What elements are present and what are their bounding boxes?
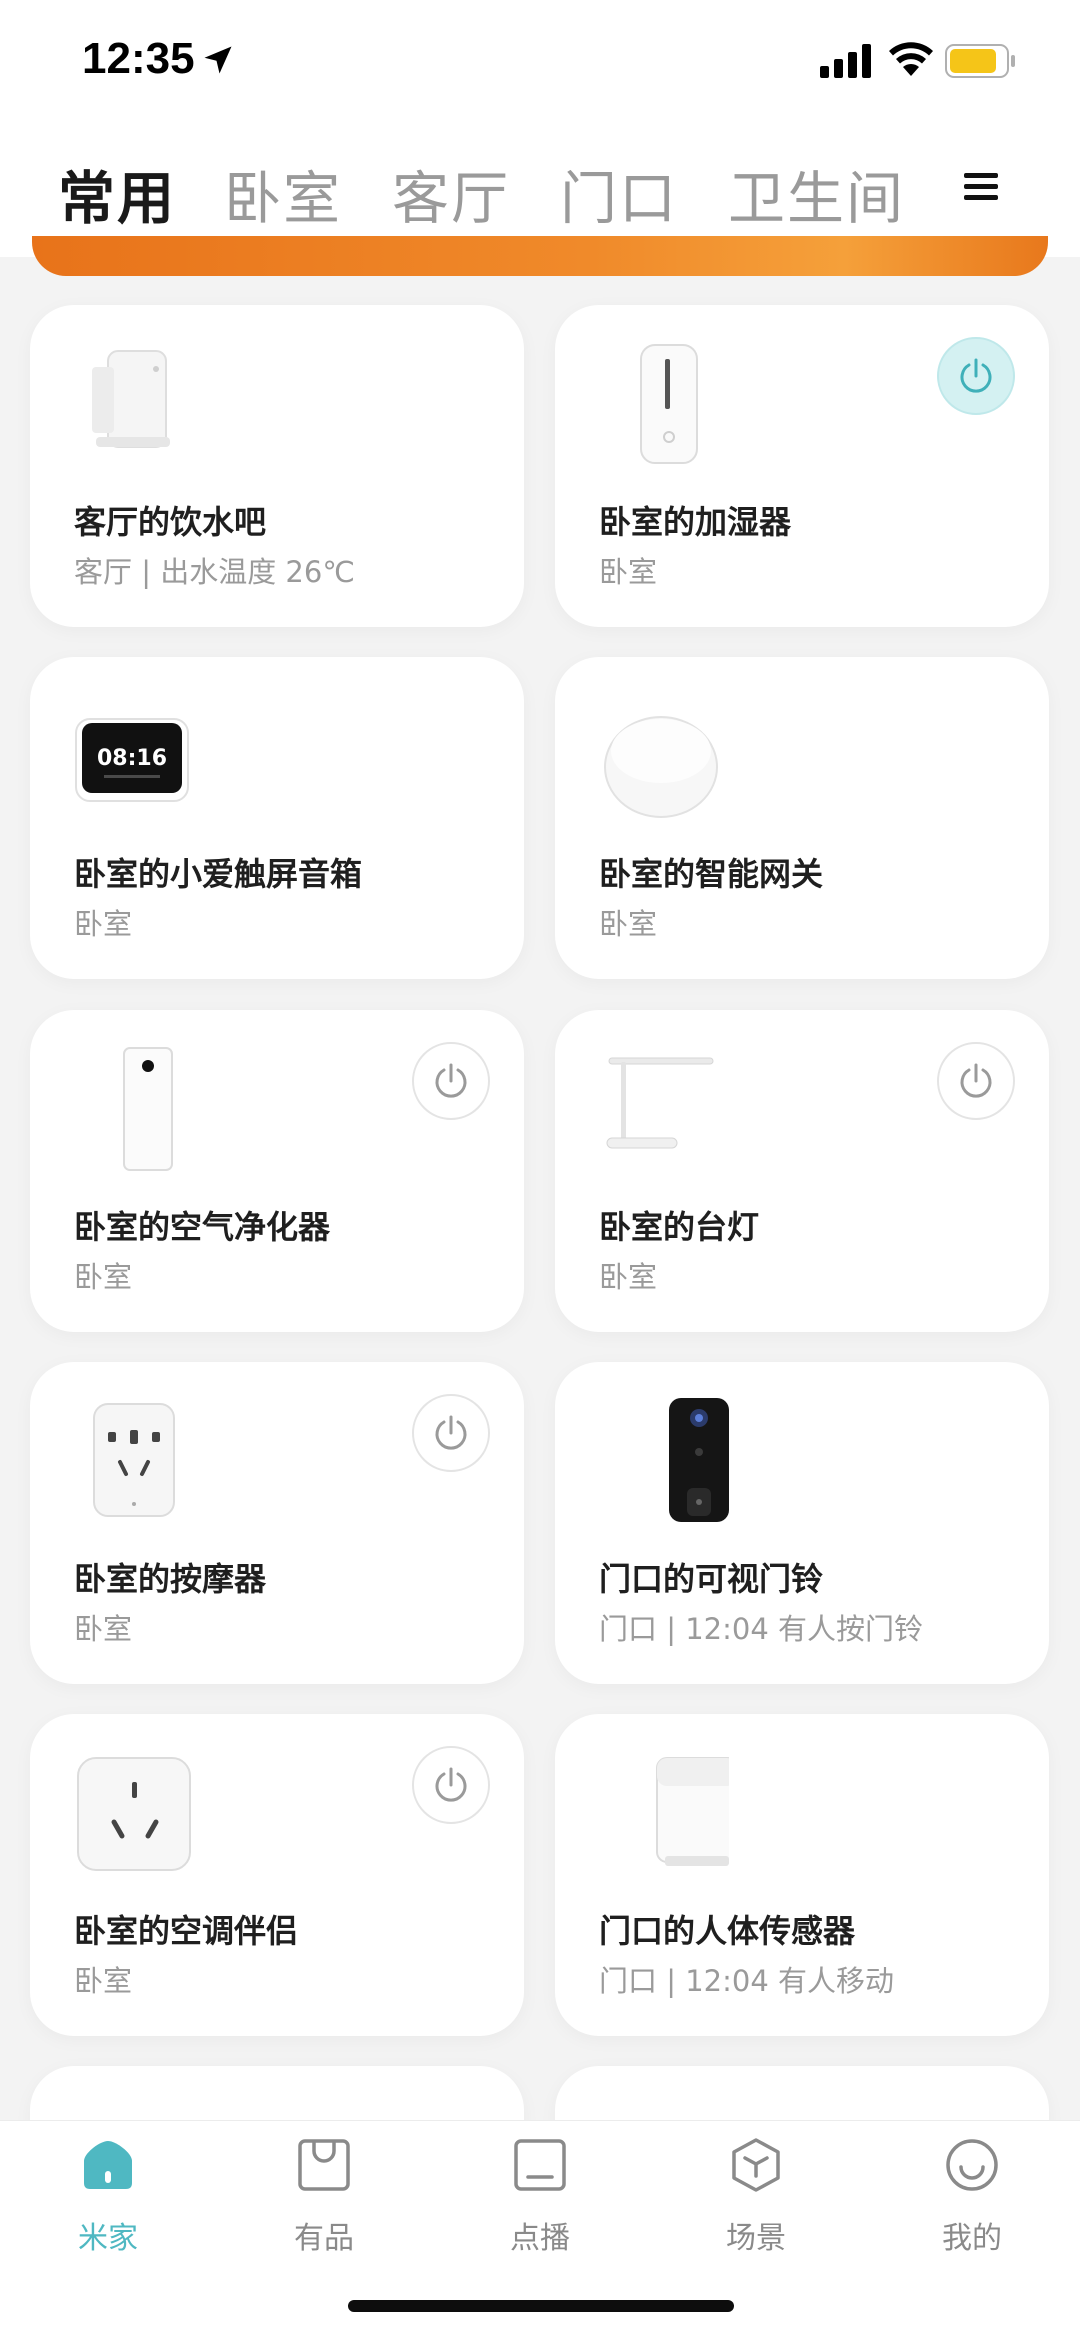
device-card-massager[interactable]: 卧室的按摩器 卧室 [30,1362,524,1684]
device-card-gateway[interactable]: 卧室的智能网关 卧室 [555,657,1049,979]
motion-sensor-icon [656,1757,729,1866]
tv-icon [514,2139,566,2191]
device-card-air-purifier[interactable]: 卧室的空气净化器 卧室 [30,1010,524,1332]
power-icon [435,1063,467,1098]
device-name: 卧室的空气净化器 [74,1208,331,1246]
home-icon [84,2141,132,2189]
tab-common[interactable]: 常用 [58,153,176,235]
humidifier-icon [640,344,698,464]
promo-banner[interactable] [32,236,1048,276]
device-status: 卧室 [74,1964,133,1998]
location-arrow-icon [204,46,232,74]
shopping-bag-icon [298,2139,350,2191]
device-status: 卧室 [74,907,133,941]
device-name: 卧室的加湿器 [599,503,792,541]
device-card-video-doorbell[interactable]: 门口的可视门铃 门口 | 12:04 有人按门铃 [555,1362,1049,1684]
air-purifier-icon [123,1047,173,1171]
device-card-water-dispenser[interactable]: 客厅的饮水吧 客厅 | 出水温度 26℃ [30,305,524,627]
ac-companion-icon [77,1757,191,1871]
device-card-desk-lamp[interactable]: 卧室的台灯 卧室 [555,1010,1049,1332]
device-status: 卧室 [74,1260,133,1294]
nav-label: 米家 [78,2221,138,2256]
device-card-ac-companion[interactable]: 卧室的空调伴侣 卧室 [30,1714,524,2036]
cellular-signal-icon [820,44,871,78]
nav-mine[interactable]: 我的 [902,2137,1042,2277]
nav-scenes[interactable]: 场景 [686,2137,826,2277]
nav-mijia[interactable]: 米家 [38,2137,178,2277]
tab-living-room[interactable]: 客厅 [392,153,510,235]
power-toggle-button[interactable] [937,337,1015,415]
device-status: 卧室 [74,1612,133,1646]
desk-lamp-icon [606,1057,714,1149]
device-name: 门口的人体传感器 [599,1912,856,1950]
smiley-icon [946,2139,998,2191]
tab-bedroom[interactable]: 卧室 [224,153,342,235]
home-indicator[interactable] [348,2300,734,2312]
device-status: 卧室 [599,555,658,589]
device-name: 卧室的按摩器 [74,1560,267,1598]
device-status: 卧室 [599,907,658,941]
power-toggle-button[interactable] [412,1394,490,1472]
power-icon [960,1063,992,1098]
massager-plug-icon [93,1403,175,1517]
smart-display-icon: 08:16 [75,718,189,802]
nav-ondemand[interactable]: 点播 [470,2137,610,2277]
device-name: 卧室的台灯 [599,1208,760,1246]
cube-icon [732,2138,780,2192]
power-toggle-button[interactable] [412,1746,490,1824]
power-icon [960,358,992,393]
menu-icon[interactable] [962,169,1000,205]
gateway-icon [604,716,718,818]
nav-label: 点播 [510,2221,570,2256]
device-name: 客厅的饮水吧 [74,503,267,541]
power-icon [435,1767,467,1802]
nav-youpin[interactable]: 有品 [254,2137,394,2277]
nav-label: 有品 [294,2221,354,2256]
nav-label: 我的 [942,2221,1002,2256]
battery-icon [945,44,1015,78]
power-icon [435,1415,467,1450]
status-time: 12:35 [82,34,195,83]
device-name: 卧室的空调伴侣 [74,1912,299,1950]
power-toggle-button[interactable] [412,1042,490,1120]
device-name: 卧室的小爱触屏音箱 [74,855,363,893]
video-doorbell-icon [669,1398,729,1522]
power-toggle-button[interactable] [937,1042,1015,1120]
water-dispenser-icon [92,350,170,448]
device-card-humidifier[interactable]: 卧室的加湿器 卧室 [555,305,1049,627]
display-clock-text: 08:16 [97,746,167,771]
status-bar: 12:35 [0,0,1080,125]
wifi-icon [889,42,933,76]
nav-label: 场景 [726,2221,786,2256]
device-name: 卧室的智能网关 [599,855,824,893]
device-card-motion-sensor[interactable]: 门口的人体传感器 门口 | 12:04 有人移动 [555,1714,1049,2036]
device-status: 门口 | 12:04 有人按门铃 [599,1612,923,1646]
device-status: 客厅 | 出水温度 26℃ [74,555,355,589]
tab-bathroom[interactable]: 卫生间 [728,153,905,235]
tab-entrance[interactable]: 门口 [560,153,678,235]
device-name: 门口的可视门铃 [599,1560,824,1598]
device-status: 门口 | 12:04 有人移动 [599,1964,894,1998]
device-card-smart-display[interactable]: 08:16 卧室的小爱触屏音箱 卧室 [30,657,524,979]
device-status: 卧室 [599,1260,658,1294]
